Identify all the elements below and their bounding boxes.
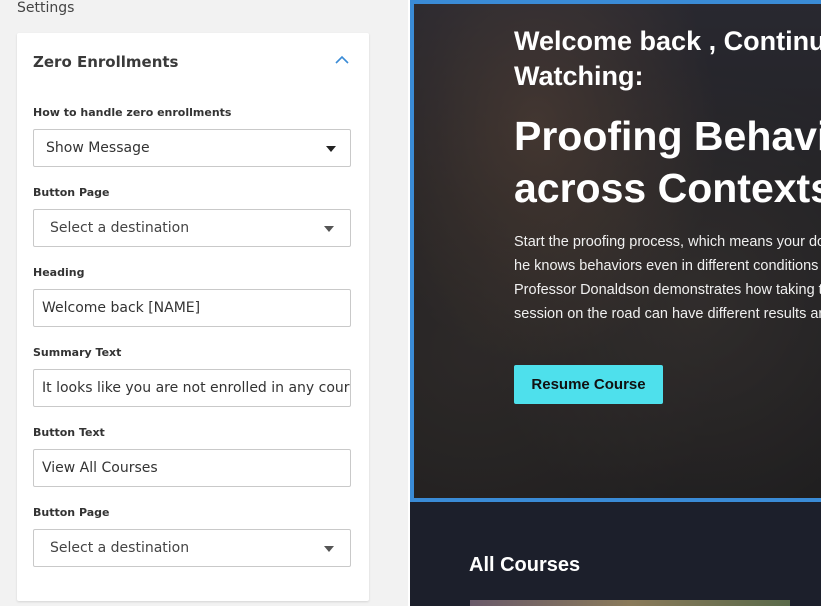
course-thumbnail[interactable]	[470, 600, 790, 606]
button-page-select-2[interactable]: Select a destination	[33, 529, 351, 567]
button-page-select[interactable]: Select a destination	[33, 209, 351, 247]
button-text-label: Button Text	[33, 426, 105, 439]
summary-text-value: It looks like you are not enrolled in an…	[42, 380, 351, 396]
all-courses-heading: All Courses	[469, 554, 581, 576]
heading-input-value: Welcome back [NAME]	[42, 300, 201, 316]
select-placeholder: Select a destination	[50, 540, 190, 556]
caret-down-icon	[324, 226, 334, 232]
zero-enrollments-header[interactable]: Zero Enrollments	[17, 33, 369, 89]
button-page-label-2: Button Page	[33, 506, 110, 519]
zero-enrollments-card: Zero Enrollments How to handle zero enro…	[17, 33, 369, 601]
settings-panel: Settings Zero Enrollments How to handle …	[0, 0, 408, 606]
resume-course-button[interactable]: Resume Course	[514, 365, 663, 404]
button-page-label: Button Page	[33, 186, 110, 199]
button-text-value: View All Courses	[42, 460, 158, 476]
section-title: Zero Enrollments	[33, 53, 179, 71]
welcome-heading: Welcome back , Continue Watching:	[514, 26, 821, 91]
zero-enrollments-handling-select[interactable]: Show Message	[33, 129, 351, 167]
heading-label: Heading	[33, 266, 85, 279]
summary-text-input[interactable]: It looks like you are not enrolled in an…	[33, 369, 351, 407]
caret-down-icon	[326, 146, 336, 152]
select-value: Show Message	[46, 140, 150, 156]
zero-enrollments-handling-label: How to handle zero enrollments	[33, 106, 232, 119]
course-title: Proofing Behaviors across Contexts	[514, 113, 821, 211]
course-description: Start the proofing process, which means …	[514, 234, 821, 322]
hero-section[interactable]: Welcome back , Continue Watching: Proofi…	[410, 0, 821, 502]
caret-down-icon	[324, 546, 334, 552]
select-placeholder: Select a destination	[50, 220, 190, 236]
chevron-up-icon[interactable]	[335, 55, 349, 65]
button-text-input[interactable]: View All Courses	[33, 449, 351, 487]
settings-title: Settings	[17, 0, 75, 16]
summary-text-label: Summary Text	[33, 346, 122, 359]
page-preview: Welcome back , Continue Watching: Proofi…	[410, 0, 821, 606]
heading-input[interactable]: Welcome back [NAME]	[33, 289, 351, 327]
